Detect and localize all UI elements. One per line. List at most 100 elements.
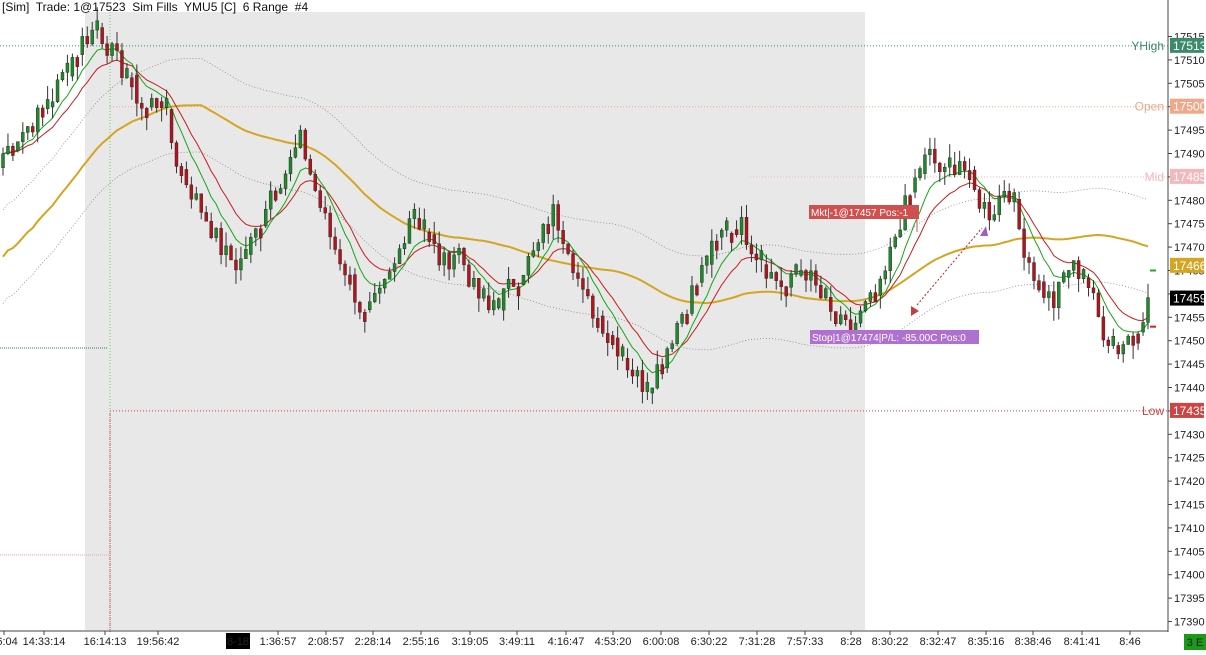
time-tick-label: 8:32:47 bbox=[920, 636, 957, 648]
candle-bear bbox=[462, 247, 466, 266]
price-tick-label: 17505 bbox=[1174, 78, 1205, 90]
price-tick-label: 17415 bbox=[1174, 500, 1205, 512]
candle-bull bbox=[90, 29, 94, 45]
candle-bull bbox=[700, 265, 704, 283]
time-tick-label: 3:19:05 bbox=[452, 636, 489, 648]
candle-bull bbox=[645, 382, 650, 392]
candle-bear bbox=[1116, 345, 1120, 355]
candle-bear bbox=[843, 314, 848, 320]
candle-bull bbox=[16, 141, 20, 151]
bar-type-label: 6 Range bbox=[242, 0, 289, 14]
candle-bear bbox=[774, 272, 778, 281]
price-tick-label: 17400 bbox=[1174, 570, 1205, 582]
candle-bull bbox=[452, 254, 456, 270]
price-tick-label: 17455 bbox=[1174, 312, 1205, 324]
candle-bull bbox=[655, 364, 659, 389]
time-tick-label: 8:38:46 bbox=[1015, 636, 1052, 648]
candle-bull bbox=[928, 148, 932, 156]
time-tick-label: 2:08:57 bbox=[308, 636, 345, 648]
time-tick-label: 56:04 bbox=[0, 636, 18, 648]
candle-bull bbox=[769, 272, 773, 279]
candle-bear bbox=[273, 190, 278, 201]
candle-bull bbox=[21, 132, 25, 142]
candle-bear bbox=[1022, 228, 1026, 258]
candle-bear bbox=[1101, 316, 1106, 341]
candle-bull bbox=[943, 166, 947, 173]
candle-bull bbox=[422, 219, 427, 230]
price-chart[interactable]: YHigh Open Mid Low Mkt|-1@17457 Pos:-1 Stop|… bbox=[0, 0, 1206, 650]
candle-bull bbox=[80, 36, 85, 55]
candle-bull bbox=[254, 228, 258, 238]
time-tick-label: 4:53:20 bbox=[595, 636, 632, 648]
candle-bull bbox=[824, 288, 828, 299]
candle-bear bbox=[779, 280, 783, 287]
candle-bear bbox=[814, 270, 818, 286]
sim-account: [Sim] bbox=[2, 0, 30, 14]
candle-bull bbox=[665, 348, 669, 369]
time-tick-label: 7:31:28 bbox=[739, 636, 776, 648]
candle-bull bbox=[60, 72, 65, 81]
candle-bear bbox=[695, 285, 699, 296]
candle-bull bbox=[1066, 270, 1071, 278]
price-axis[interactable]: 1751517510175051750017495174901748517480… bbox=[1168, 32, 1205, 629]
candle-bear bbox=[1131, 335, 1135, 346]
candle-bull bbox=[720, 229, 724, 238]
status-badge-label: 3 E bbox=[1187, 637, 1204, 649]
candle-bull bbox=[888, 246, 892, 271]
time-tick-label: 6:30:22 bbox=[691, 636, 728, 648]
candle-bear bbox=[363, 312, 367, 322]
yhigh-badge-value: 17513 bbox=[1173, 39, 1206, 53]
candle-bull bbox=[283, 173, 288, 189]
time-axis[interactable]: 56:04 14:33:14 16:14:13 19:56:42 8-18 1:36:57… bbox=[0, 631, 1206, 650]
candle-bull bbox=[893, 236, 897, 248]
candle-bear bbox=[566, 243, 570, 254]
candle-bull bbox=[239, 258, 243, 271]
candle-bull bbox=[650, 387, 655, 394]
candle-bear bbox=[1042, 281, 1046, 298]
candle-bull bbox=[759, 250, 764, 261]
open-badge-value: 17500 bbox=[1173, 100, 1206, 114]
candle-bear bbox=[140, 103, 144, 109]
candle-bear bbox=[804, 270, 808, 281]
candle-bull bbox=[70, 57, 75, 77]
time-tick-label: 8:35:16 bbox=[968, 636, 1005, 648]
candle-bull bbox=[620, 346, 625, 357]
candle-bull bbox=[95, 20, 99, 31]
candle-bull bbox=[194, 193, 199, 200]
candle-bull bbox=[298, 129, 303, 148]
candle-bear bbox=[75, 57, 80, 67]
chart-canvas[interactable]: YHigh Open Mid Low Mkt|-1@17457 Pos:-1 Stop|… bbox=[0, 0, 1206, 650]
candle-bull bbox=[472, 278, 476, 287]
market-order-label: Mkt|-1@17457 Pos:-1 bbox=[811, 208, 909, 219]
candle-bear bbox=[625, 357, 630, 371]
candle-bull bbox=[492, 300, 496, 311]
candle-bear bbox=[972, 169, 977, 190]
candle-bear bbox=[571, 253, 575, 274]
candle-bear bbox=[1017, 199, 1021, 230]
candle-bull bbox=[1111, 336, 1116, 346]
price-tick-label: 17480 bbox=[1174, 195, 1205, 207]
level-label-yhigh: YHigh bbox=[1131, 39, 1164, 53]
candle-bear bbox=[477, 278, 481, 299]
candle-bear bbox=[343, 263, 347, 276]
candle-bull bbox=[883, 270, 887, 280]
candle-bull bbox=[249, 237, 253, 255]
candle-bull bbox=[710, 240, 714, 265]
candle-bear bbox=[630, 369, 635, 377]
candle-bull bbox=[675, 323, 679, 344]
time-tick-label: 16:14:13 bbox=[84, 636, 127, 648]
candle-bear bbox=[338, 249, 342, 265]
candle-bear bbox=[591, 295, 595, 319]
time-tick-label: 8:41:41 bbox=[1064, 636, 1101, 648]
candle-bull bbox=[278, 188, 283, 194]
candle-bull bbox=[402, 243, 407, 249]
stop-order-label: Stop|1@17474|P/L: -85.00C Pos:0 bbox=[812, 333, 966, 344]
candle-bull bbox=[387, 271, 392, 280]
candle-bull bbox=[878, 278, 883, 296]
level-label-open: Open bbox=[1135, 100, 1164, 114]
time-tick-label: 19:56:42 bbox=[137, 636, 180, 648]
candle-bear bbox=[417, 218, 422, 230]
candle-bull bbox=[1071, 260, 1076, 271]
candle-bull bbox=[293, 147, 298, 158]
candle-bear bbox=[348, 274, 352, 285]
